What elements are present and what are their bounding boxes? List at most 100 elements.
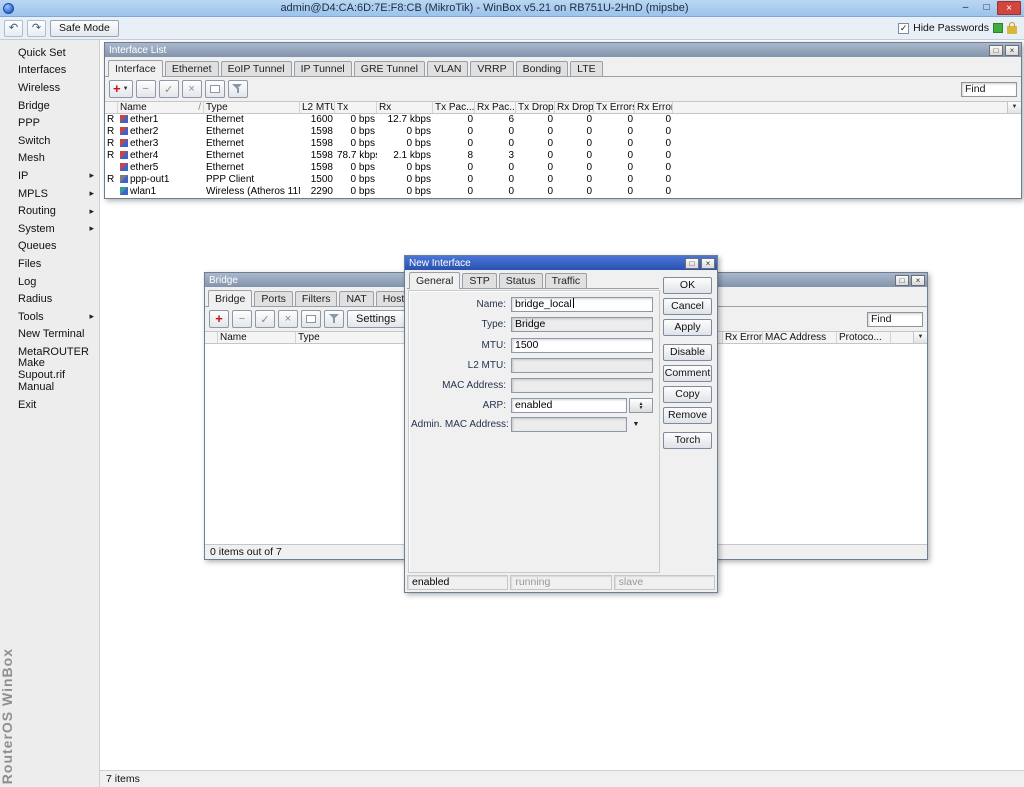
apply-button[interactable]: Apply (663, 319, 712, 336)
remove-button[interactable]: − (232, 310, 252, 328)
remove-button[interactable]: Remove (663, 407, 712, 424)
torch-button[interactable]: Torch (663, 432, 712, 449)
chevron-down-icon[interactable]: ▼ (629, 421, 643, 428)
filter-button[interactable] (228, 80, 248, 98)
mtu-input[interactable]: 1500 (511, 338, 653, 353)
sidebar-item-ip[interactable]: IP▸ (13, 167, 99, 185)
add-bridge-button[interactable]: + (209, 310, 229, 328)
column-header-tx-errors[interactable]: Tx Errors (594, 102, 635, 113)
interface-list-tab-eoip-tunnel[interactable]: EoIP Tunnel (221, 61, 292, 76)
sidebar-item-interfaces[interactable]: Interfaces (13, 62, 99, 80)
interface-list-tab-ip-tunnel[interactable]: IP Tunnel (294, 61, 352, 76)
new-interface-titlebar[interactable]: New Interface □ × (405, 256, 717, 270)
column-header-rx-errors[interactable]: Rx Errors (635, 102, 673, 113)
sidebar-item-system[interactable]: System▸ (13, 220, 99, 238)
column-header-rx-drops[interactable]: Rx Drops (555, 102, 594, 113)
enable-button[interactable]: ✓ (255, 310, 275, 328)
interface-list-tab-ethernet[interactable]: Ethernet (165, 61, 219, 76)
bridge-tab-nat[interactable]: NAT (339, 291, 373, 306)
find-box[interactable]: Find (961, 82, 1017, 97)
type-input[interactable]: Bridge (511, 317, 653, 332)
cancel-button[interactable]: Cancel (663, 298, 712, 315)
sidebar-item-ppp[interactable]: PPP (13, 114, 99, 132)
maximize-button[interactable]: □ (685, 258, 699, 269)
column-header-tx-drops[interactable]: Tx Drops (516, 102, 555, 113)
interface-row-ppp-out1[interactable]: Rppp-out1PPP Client15000 bps0 bps000000 (105, 174, 1021, 186)
comment-button[interactable] (301, 310, 321, 328)
column-header-l2-mtu[interactable]: L2 MTU (300, 102, 335, 113)
name-input[interactable]: bridge_local (511, 297, 653, 312)
close-button[interactable]: × (997, 1, 1021, 15)
sidebar-item-radius[interactable]: Radius (13, 290, 99, 308)
sidebar-item-new-terminal[interactable]: New Terminal (13, 326, 99, 344)
column-header-protoco[interactable]: Protoco... (837, 332, 891, 343)
comment-button[interactable]: Comment (663, 365, 712, 382)
column-header-rx-pac[interactable]: Rx Pac... (475, 102, 516, 113)
interface-list-titlebar[interactable]: Interface List □ × (105, 43, 1021, 57)
comment-button[interactable] (205, 80, 225, 98)
column-header-type[interactable]: Type (204, 102, 300, 113)
column-selector-button[interactable]: ▼ (913, 332, 927, 343)
interface-list-tab-vrrp[interactable]: VRRP (470, 61, 513, 76)
enable-button[interactable]: ✓ (159, 80, 179, 98)
hide-passwords-checkbox[interactable]: ✓ (898, 23, 909, 34)
column-header-mac-address[interactable]: MAC Address (763, 332, 837, 343)
interface-list-tab-vlan[interactable]: VLAN (427, 61, 468, 76)
sidebar-item-log[interactable]: Log (13, 273, 99, 291)
disable-button[interactable]: × (182, 80, 202, 98)
maximize-button[interactable]: □ (989, 45, 1003, 56)
ok-button[interactable]: OK (663, 277, 712, 294)
bridge-tab-ports[interactable]: Ports (254, 291, 293, 306)
column-header-flag[interactable] (205, 332, 218, 343)
arp-input[interactable]: enabled (511, 398, 627, 413)
undo-button[interactable]: ↶ (4, 20, 23, 37)
close-icon[interactable]: × (911, 275, 925, 286)
disable-button[interactable]: Disable (663, 344, 712, 361)
interface-row-wlan1[interactable]: wlan1Wireless (Atheros 11N)22900 bps0 bp… (105, 186, 1021, 198)
dialog-tab-traffic[interactable]: Traffic (545, 273, 588, 288)
redo-button[interactable]: ↷ (27, 20, 46, 37)
interface-row-ether3[interactable]: Rether3Ethernet15980 bps0 bps000000 (105, 138, 1021, 150)
dialog-tab-general[interactable]: General (409, 272, 460, 289)
close-icon[interactable]: × (701, 258, 715, 269)
interface-row-ether5[interactable]: ether5Ethernet15980 bps0 bps000000 (105, 162, 1021, 174)
column-header-name[interactable]: Name (218, 332, 296, 343)
sidebar-item-mpls[interactable]: MPLS▸ (13, 185, 99, 203)
copy-button[interactable]: Copy (663, 386, 712, 403)
sidebar-item-mesh[interactable]: Mesh (13, 150, 99, 168)
interface-list-tab-gre-tunnel[interactable]: GRE Tunnel (354, 61, 425, 76)
maximize-button[interactable]: □ (976, 1, 997, 15)
sidebar-item-wireless[interactable]: Wireless (13, 79, 99, 97)
interface-row-ether2[interactable]: Rether2Ethernet15980 bps0 bps000000 (105, 126, 1021, 138)
column-header-tx-pac[interactable]: Tx Pac... (433, 102, 475, 113)
safe-mode-button[interactable]: Safe Mode (50, 20, 119, 37)
interface-row-ether1[interactable]: Rether1Ethernet16000 bps12.7 kbps060000 (105, 114, 1021, 126)
titlebar[interactable]: admin@D4:CA:6D:7E:F8:CB (MikroTik) - Win… (0, 0, 1024, 17)
sidebar-item-quick-set[interactable]: Quick Set (13, 44, 99, 62)
sidebar-item-exit[interactable]: Exit (13, 396, 99, 414)
bridge-tab-bridge[interactable]: Bridge (208, 290, 252, 307)
sidebar-item-make-supout-rif[interactable]: Make Supout.rif (13, 361, 99, 379)
filter-button[interactable] (324, 310, 344, 328)
disable-button[interactable]: × (278, 310, 298, 328)
sidebar-item-files[interactable]: Files (13, 255, 99, 273)
column-header-name[interactable]: Name/ (118, 102, 204, 113)
sidebar-item-bridge[interactable]: Bridge (13, 97, 99, 115)
bridge-tab-filters[interactable]: Filters (295, 291, 338, 306)
arp-spinner-button[interactable]: ▲▼ (629, 398, 653, 413)
column-header-rx[interactable]: Rx (377, 102, 433, 113)
interface-row-ether4[interactable]: Rether4Ethernet159878.7 kbps2.1 kbps8300… (105, 150, 1021, 162)
close-icon[interactable]: × (1005, 45, 1019, 56)
maximize-button[interactable]: □ (895, 275, 909, 286)
settings-button[interactable]: Settings (347, 310, 405, 328)
minimize-button[interactable]: – (955, 1, 976, 15)
add-interface-button[interactable]: + ▼ (109, 80, 133, 98)
dialog-tab-stp[interactable]: STP (462, 273, 496, 288)
remove-button[interactable]: − (136, 80, 156, 98)
interface-list-tab-lte[interactable]: LTE (570, 61, 602, 76)
column-header-flag[interactable] (105, 102, 118, 113)
sidebar-item-queues[interactable]: Queues (13, 238, 99, 256)
interface-list-tab-bonding[interactable]: Bonding (516, 61, 569, 76)
column-header-rx-errors[interactable]: Rx Errors (723, 332, 763, 343)
column-selector-button[interactable]: ▼ (1007, 102, 1021, 113)
